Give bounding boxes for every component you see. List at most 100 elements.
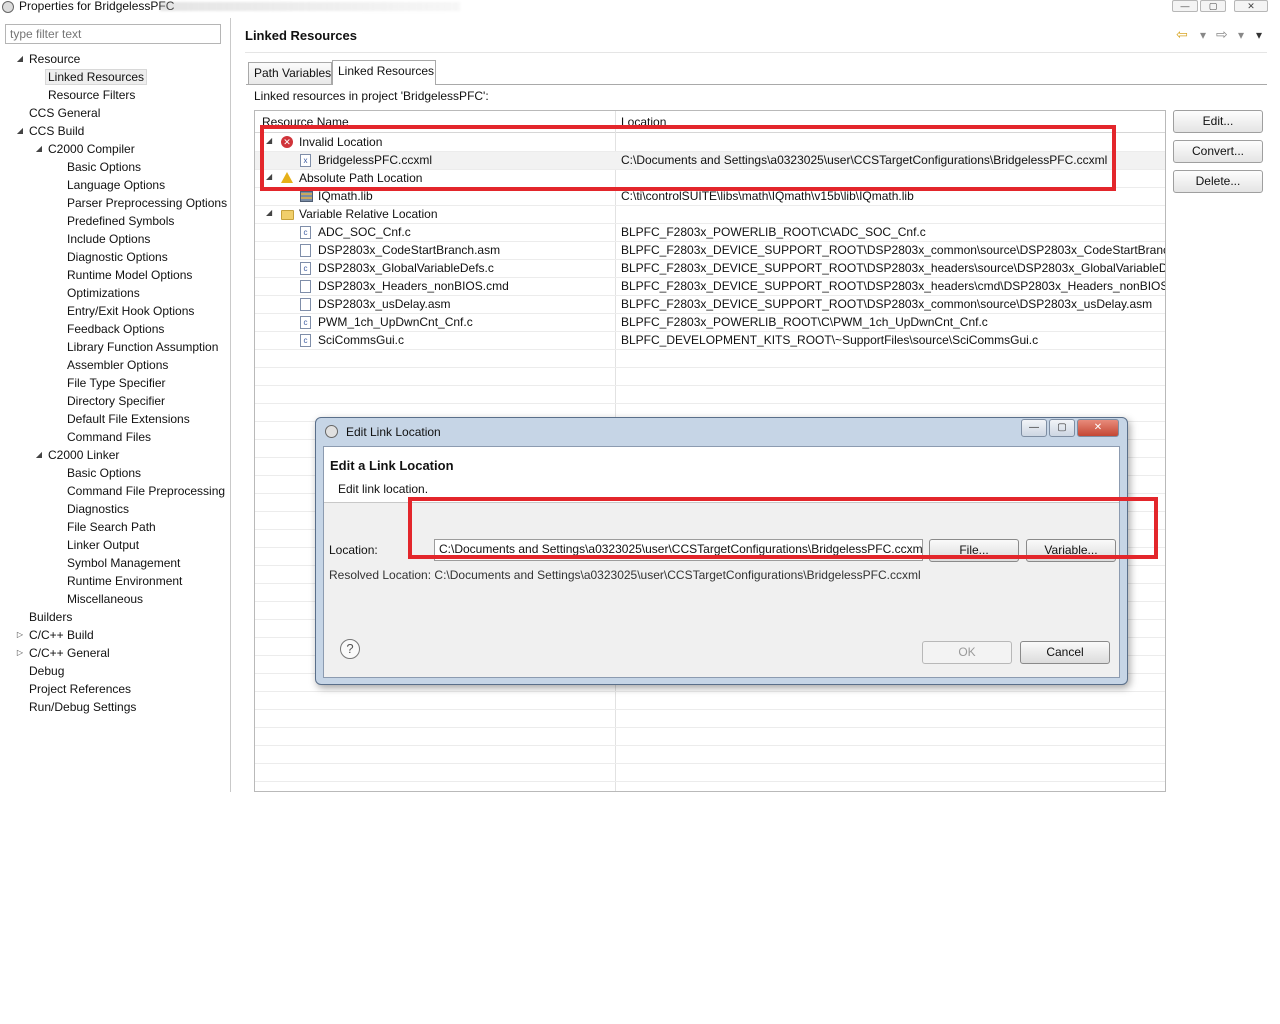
expand-arrow-icon[interactable]: ▷	[15, 626, 25, 644]
table-row[interactable]: DSP2803x_Headers_nonBIOS.cmd BLPFC_F2803x…	[255, 278, 1166, 296]
back-arrow-icon[interactable]: ⇦	[1176, 26, 1188, 43]
delete-button[interactable]: Delete...	[1173, 170, 1263, 193]
tree-item-label: Predefined Symbols	[67, 214, 175, 228]
tree-item[interactable]: Include Options	[67, 230, 150, 248]
table-row[interactable]: c SciCommsGui.c BLPFC_DEVELOPMENT_KITS_ROO…	[255, 332, 1165, 350]
table-row[interactable]: DSP2803x_usDelay.asm BLPFC_F2803x_DEVICE_…	[255, 296, 1165, 314]
tree-item[interactable]: Predefined Symbols	[67, 212, 174, 230]
tree-item[interactable]: Diagnostic Options	[67, 248, 168, 266]
expand-arrow-icon[interactable]: ▷	[15, 644, 25, 662]
tree-item[interactable]: Optimizations	[67, 284, 140, 302]
table-row[interactable]: c DSP2803x_GlobalVariableDefs.c BLPFC_F280…	[255, 260, 1165, 278]
location-cell: BLPFC_F2803x_DEVICE_SUPPORT_ROOT\DSP2803…	[621, 279, 1166, 293]
tree-item[interactable]: Assembler Options	[67, 356, 168, 374]
back-menu-icon[interactable]: ▾	[1200, 28, 1206, 42]
tree-item[interactable]: Symbol Management	[67, 554, 180, 572]
collapse-arrow-icon[interactable]: ◢	[34, 140, 44, 158]
asm-file-icon	[300, 244, 311, 257]
resolved-location: Resolved Location: C:\Documents and Sett…	[329, 568, 921, 582]
tree-item[interactable]: File Type Specifier	[67, 374, 166, 392]
tree-item[interactable]: Directory Specifier	[67, 392, 165, 410]
forward-arrow-icon[interactable]: ⇨	[1216, 26, 1228, 43]
location-cell: BLPFC_F2803x_POWERLIB_ROOT\C\PWM_1ch_UpD…	[621, 315, 988, 329]
collapse-arrow-icon[interactable]: ◢	[15, 50, 25, 68]
tree-item[interactable]: Runtime Environment	[67, 572, 182, 590]
tree-item[interactable]: CCS General	[29, 104, 100, 122]
dialog-minimize-button[interactable]: —	[1021, 419, 1047, 437]
tree-item[interactable]: Basic Options	[67, 158, 141, 176]
c-file-icon: c	[300, 226, 311, 239]
tree-item[interactable]: ◢ C2000 Compiler	[36, 140, 135, 158]
tree-item[interactable]: Project References	[29, 680, 131, 698]
tree-item-label: Diagnostic Options	[67, 250, 168, 264]
dialog-maximize-button[interactable]: ▢	[1049, 419, 1075, 437]
tree-item-label: C/C++ Build	[29, 628, 94, 642]
tree-item[interactable]: Linker Output	[67, 536, 139, 554]
tree-item[interactable]: Library Function Assumption	[67, 338, 218, 356]
library-icon	[300, 191, 313, 202]
tree-item[interactable]: Builders	[29, 608, 72, 626]
tree-item-label: Project References	[29, 682, 132, 696]
tree-item[interactable]: ▷ C/C++ General	[17, 644, 110, 662]
minimize-button[interactable]: —	[1172, 0, 1198, 12]
tree-item[interactable]: ▷ C/C++ Build	[17, 626, 94, 644]
resolved-location-value: C:\Documents and Settings\a0323025\user\…	[434, 568, 921, 582]
tree-item-label: C/C++ General	[29, 646, 110, 660]
tree-item-label: C2000 Compiler	[48, 142, 135, 156]
dialog-close-button[interactable]: ✕	[1077, 419, 1119, 437]
page-navigation: ⇦ ▾ ⇨ ▾ ▾	[1176, 26, 1280, 44]
preferences-tree-panel: ◢ Resource Linked Resources Resource Filter…	[0, 18, 231, 792]
collapse-arrow-icon[interactable]: ◢	[15, 122, 25, 140]
resolved-location-label: Resolved Location:	[329, 568, 432, 582]
tree-item[interactable]: Entry/Exit Hook Options	[67, 302, 194, 320]
filter-input[interactable]	[5, 24, 221, 44]
table-row[interactable]: c ADC_SOC_Cnf.c BLPFC_F2803x_POWERLIB_ROOT…	[255, 224, 1165, 242]
tree-item[interactable]: Resource Filters	[48, 86, 135, 104]
tree-item[interactable]: ◢ CCS Build	[17, 122, 84, 140]
table-row[interactable]: DSP2803x_CodeStartBranch.asm BLPFC_F2803x…	[255, 242, 1165, 260]
tree-item-label: Resource	[29, 52, 81, 66]
location-label: Location:	[329, 543, 378, 557]
tree-item-label: Run/Debug Settings	[29, 700, 137, 714]
tree-item[interactable]: Runtime Model Options	[67, 266, 192, 284]
tree-item[interactable]: File Search Path	[67, 518, 156, 536]
view-menu-icon[interactable]: ▾	[1256, 28, 1262, 42]
forward-menu-icon[interactable]: ▾	[1238, 28, 1244, 42]
tree-item[interactable]: Command Files	[67, 428, 151, 446]
collapse-arrow-icon[interactable]: ◢	[266, 208, 272, 217]
tree-item-label: Command File Preprocessing	[67, 484, 226, 498]
tree-item[interactable]: Parser Preprocessing Options	[67, 194, 227, 212]
ok-button[interactable]: OK	[922, 641, 1012, 664]
resource-name-cell: IQmath.lib	[318, 189, 373, 203]
table-row[interactable]: c PWM_1ch_UpDwnCnt_Cnf.c BLPFC_F2803x_POWE…	[255, 314, 1165, 332]
tab-path-variables[interactable]: Path Variables	[248, 62, 332, 84]
tree-item[interactable]: ◢ C2000 Linker	[36, 446, 119, 464]
tree-item[interactable]: Default File Extensions	[67, 410, 190, 428]
tree-item[interactable]: Basic Options	[67, 464, 141, 482]
tree-item[interactable]: Language Options	[67, 176, 165, 194]
tree-item-label: Resource Filters	[48, 88, 136, 102]
tree-item-label: Symbol Management	[67, 556, 181, 570]
tree-item[interactable]: Feedback Options	[67, 320, 164, 338]
collapse-arrow-icon[interactable]: ◢	[34, 446, 44, 464]
tree-item[interactable]: Command File Preprocessing	[67, 482, 225, 500]
tree-item[interactable]: Diagnostics	[67, 500, 129, 518]
tree-item[interactable]: Miscellaneous	[67, 590, 143, 608]
edit-button[interactable]: Edit...	[1173, 110, 1263, 133]
maximize-button[interactable]: ▢	[1200, 0, 1226, 12]
close-button[interactable]: ✕	[1234, 0, 1268, 12]
tree-item[interactable]: Debug	[29, 662, 64, 680]
table-row[interactable]: ◢ Variable Relative Location	[255, 206, 1165, 224]
tree-item[interactable]: Linked Resources	[45, 68, 148, 86]
tree-item-label: File Search Path	[67, 520, 156, 534]
tree-item[interactable]: ◢ Resource	[17, 50, 81, 68]
convert-button[interactable]: Convert...	[1173, 140, 1263, 163]
resource-name-cell: DSP2803x_usDelay.asm	[318, 297, 451, 311]
location-cell: C:\ti\controlSUITE\libs\math\IQmath\v15b…	[621, 189, 914, 203]
tab-linked-resources[interactable]: Linked Resources	[332, 60, 436, 85]
dialog-gear-icon	[325, 425, 338, 438]
tree-item-label: Command Files	[67, 430, 152, 444]
help-icon[interactable]: ?	[340, 639, 360, 659]
tree-item[interactable]: Run/Debug Settings	[29, 698, 136, 716]
cancel-button[interactable]: Cancel	[1020, 641, 1110, 664]
